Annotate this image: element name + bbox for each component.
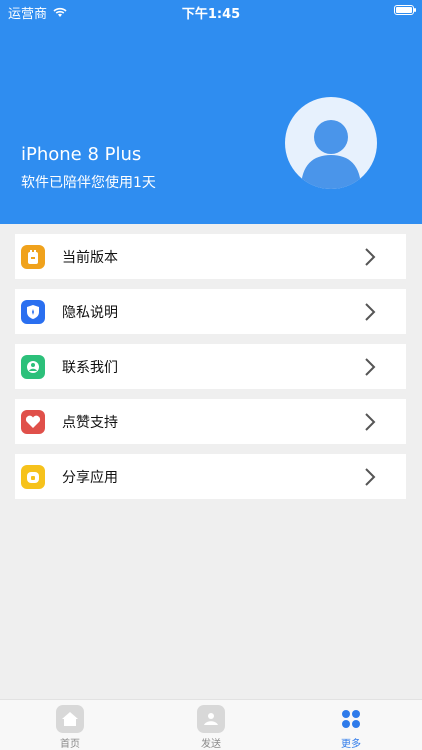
chevron-right-icon [365, 358, 376, 376]
tab-label: 首页 [60, 739, 80, 750]
more-icon [337, 705, 365, 733]
tab-more[interactable]: 更多 [321, 705, 381, 750]
version-icon [21, 244, 45, 269]
tab-label: 更多 [341, 739, 361, 750]
profile-header: iPhone 8 Plus 软件已陪伴您使用1天 [0, 0, 422, 224]
menu-item-label: 隐私说明 [62, 304, 118, 321]
chevron-right-icon [365, 413, 376, 431]
settings-menu: 当前版本 隐私说明 联系我们 点赞支持 分享应用 [15, 234, 406, 509]
menu-item-label: 分享应用 [62, 469, 118, 486]
user-avatar-icon [301, 120, 361, 189]
chevron-right-icon [365, 248, 376, 266]
tab-send[interactable]: 发送 [181, 705, 241, 750]
menu-item-label: 点赞支持 [62, 414, 118, 431]
menu-item-version[interactable]: 当前版本 [15, 234, 406, 279]
chevron-right-icon [365, 303, 376, 321]
menu-item-like[interactable]: 点赞支持 [15, 399, 406, 444]
shield-icon [21, 299, 45, 324]
avatar[interactable] [285, 97, 377, 189]
status-time: 下午1:45 [181, 7, 241, 22]
tab-home[interactable]: 首页 [40, 705, 100, 750]
chevron-right-icon [365, 468, 376, 486]
usage-text: 软件已陪伴您使用1天 [21, 175, 156, 191]
tab-label: 发送 [201, 739, 221, 750]
home-icon [56, 705, 84, 733]
menu-item-label: 当前版本 [62, 249, 118, 266]
battery-icon [394, 5, 416, 15]
send-icon [197, 705, 225, 733]
tab-bar: 首页 发送 更多 [0, 699, 422, 750]
heart-icon [21, 409, 45, 434]
contact-icon [21, 354, 45, 379]
menu-item-privacy[interactable]: 隐私说明 [15, 289, 406, 334]
menu-item-share[interactable]: 分享应用 [15, 454, 406, 499]
menu-item-label: 联系我们 [62, 359, 118, 376]
share-icon [21, 464, 45, 489]
device-name: iPhone 8 Plus [21, 144, 142, 165]
menu-item-contact[interactable]: 联系我们 [15, 344, 406, 389]
status-bar: 运营商 下午1:45 [0, 0, 422, 22]
